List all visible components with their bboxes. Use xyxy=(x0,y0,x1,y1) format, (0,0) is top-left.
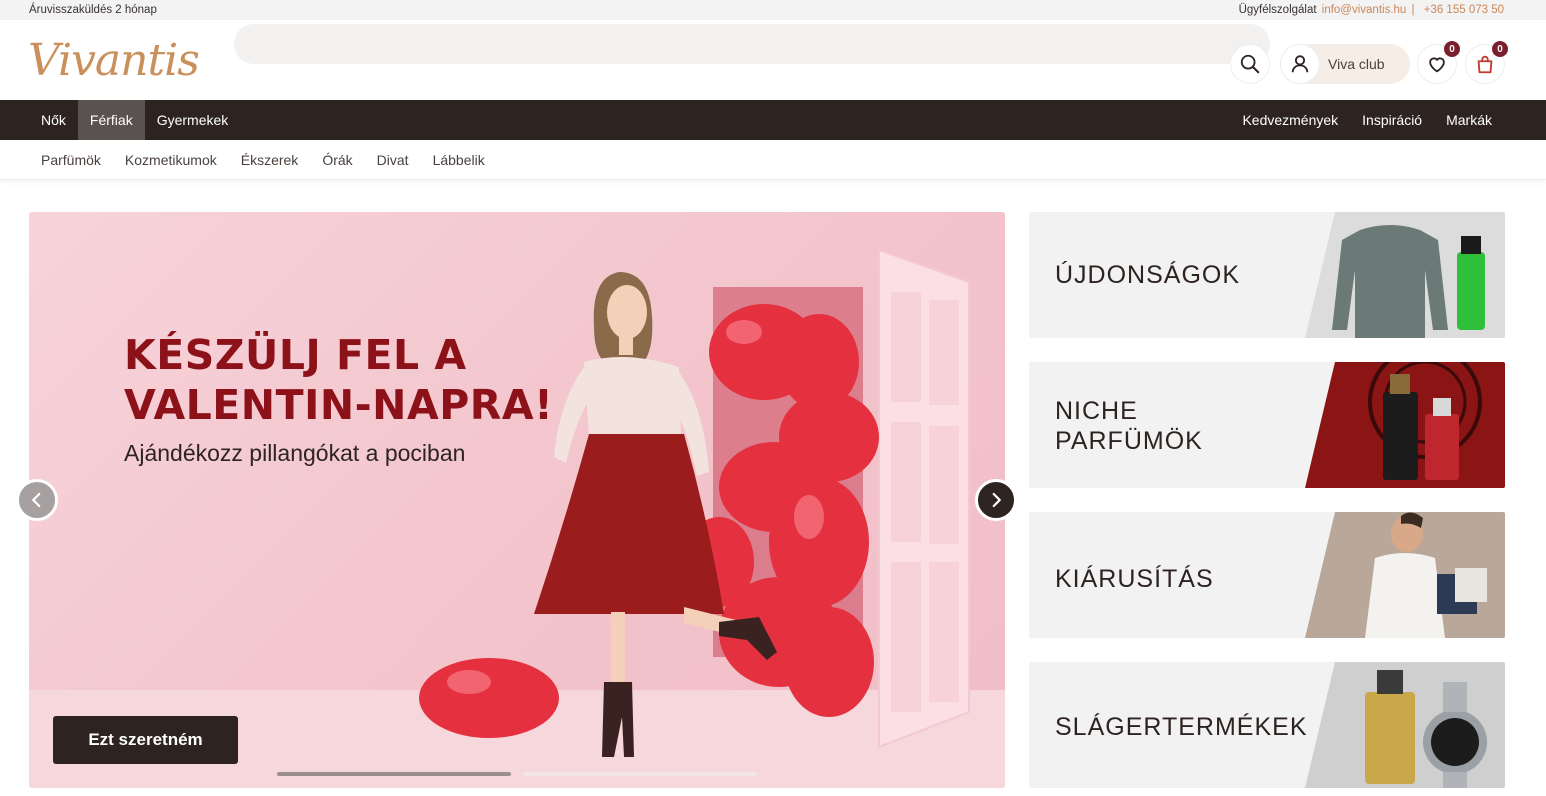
shopping-bag-icon xyxy=(1477,55,1493,74)
banner-niche-line-2: PARFÜMÖK xyxy=(1055,427,1203,455)
main-nav-left: Nők Férfiak Gyermekek xyxy=(29,100,240,140)
search-icon xyxy=(1240,54,1260,74)
subnav-item-perfumes[interactable]: Parfümök xyxy=(29,152,113,168)
slide-progress xyxy=(277,772,757,776)
nav-item-men[interactable]: Férfiak xyxy=(77,100,145,140)
hero-subtitle: Ajándékozz pillangókat a pociban xyxy=(124,440,466,466)
hero-title-line-1: KÉSZÜLJ FEL A xyxy=(124,331,467,379)
hero-banner[interactable]: KÉSZÜLJ FEL A VALENTIN-NAPRA! Ajándékozz… xyxy=(29,212,1005,788)
subnav-item-fashion[interactable]: Divat xyxy=(365,152,421,168)
top-info-bar: Áruvisszaküldés 2 hónap Ügyfélszolgálat … xyxy=(0,0,1546,20)
niche-perfume-image xyxy=(1305,362,1505,488)
heart-icon xyxy=(1429,57,1445,73)
wishlist-button[interactable]: 0 xyxy=(1417,41,1460,84)
banner-new-arrivals-label: ÚJDONSÁGOK xyxy=(1055,261,1241,289)
cart-button[interactable]: 0 xyxy=(1465,41,1508,84)
shipping-info: Áruvisszaküldés 2 hónap xyxy=(29,4,157,16)
chevron-left-icon xyxy=(32,492,41,508)
banner-bestsellers-label: SLÁGERTERMÉKEK xyxy=(1055,713,1308,741)
cart-count-badge: 0 xyxy=(1492,41,1508,57)
banner-sale[interactable]: KIÁRUSÍTÁS xyxy=(1029,512,1505,638)
banner-niche-perfumes-label: NICHE PARFÜMÖK xyxy=(1055,396,1203,456)
wishlist-count-badge: 0 xyxy=(1444,41,1460,57)
support-label: Ügyfélszolgálat xyxy=(1238,4,1317,16)
account-button[interactable] xyxy=(1280,44,1320,84)
user-icon xyxy=(1291,55,1309,73)
subnav-item-cosmetics[interactable]: Kozmetikumok xyxy=(113,152,229,168)
hero-title-line-2: VALENTIN-NAPRA! xyxy=(124,381,554,429)
contact-separator: | xyxy=(1411,4,1415,16)
chevron-right-icon xyxy=(992,492,1001,508)
hero-illustration xyxy=(419,248,970,757)
viva-club-button[interactable]: Viva club xyxy=(1280,44,1410,84)
viva-club-label: Viva club xyxy=(1328,56,1385,72)
nav-item-women[interactable]: Nők xyxy=(29,100,78,140)
sub-navigation: Parfümök Kozmetikumok Ékszerek Órák Diva… xyxy=(0,140,1546,180)
hero-cta-button[interactable]: Ezt szeretném xyxy=(53,716,238,764)
contact-info: Ügyfélszolgálat info@vivantis.hu | +36 1… xyxy=(1237,4,1504,16)
nav-item-inspiration[interactable]: Inspiráció xyxy=(1350,100,1434,140)
man-shopping-bags-image xyxy=(1305,512,1505,638)
main-nav-right: Kedvezmények Inspiráció Markák xyxy=(1230,100,1504,140)
logo[interactable]: Vivantis xyxy=(28,35,234,86)
banner-sale-label: KIÁRUSÍTÁS xyxy=(1055,565,1214,593)
banner-niche-line-1: NICHE xyxy=(1055,397,1138,425)
banner-new-arrivals[interactable]: ÚJDONSÁGOK xyxy=(1029,212,1505,338)
search-input[interactable] xyxy=(234,24,1270,64)
sweater-perfume-image xyxy=(1305,212,1505,338)
subnav-item-jewelry[interactable]: Ékszerek xyxy=(229,152,311,168)
support-email-link[interactable]: info@vivantis.hu xyxy=(1322,4,1407,16)
banner-niche-perfumes[interactable]: NICHE PARFÜMÖK xyxy=(1029,362,1505,488)
perfume-watch-image xyxy=(1305,662,1505,788)
subnav-item-watches[interactable]: Órák xyxy=(310,152,364,168)
support-phone-link[interactable]: +36 155 073 50 xyxy=(1424,4,1504,16)
nav-item-discounts[interactable]: Kedvezmények xyxy=(1230,100,1350,140)
banner-bestsellers[interactable]: SLÁGERTERMÉKEK xyxy=(1029,662,1505,788)
carousel-next-button[interactable] xyxy=(975,479,1017,521)
hero-title: KÉSZÜLJ FEL A VALENTIN-NAPRA! xyxy=(124,330,553,430)
nav-item-children[interactable]: Gyermekek xyxy=(145,100,241,140)
main-navigation: Nők Férfiak Gyermekek Kedvezmények Inspi… xyxy=(0,100,1546,140)
subnav-item-footwear[interactable]: Lábbelik xyxy=(421,152,497,168)
slide-indicator-1[interactable] xyxy=(277,772,511,776)
search-button[interactable] xyxy=(1230,44,1270,84)
slide-indicator-2[interactable] xyxy=(523,772,757,776)
nav-item-brands[interactable]: Markák xyxy=(1434,100,1504,140)
carousel-prev-button[interactable] xyxy=(16,479,58,521)
